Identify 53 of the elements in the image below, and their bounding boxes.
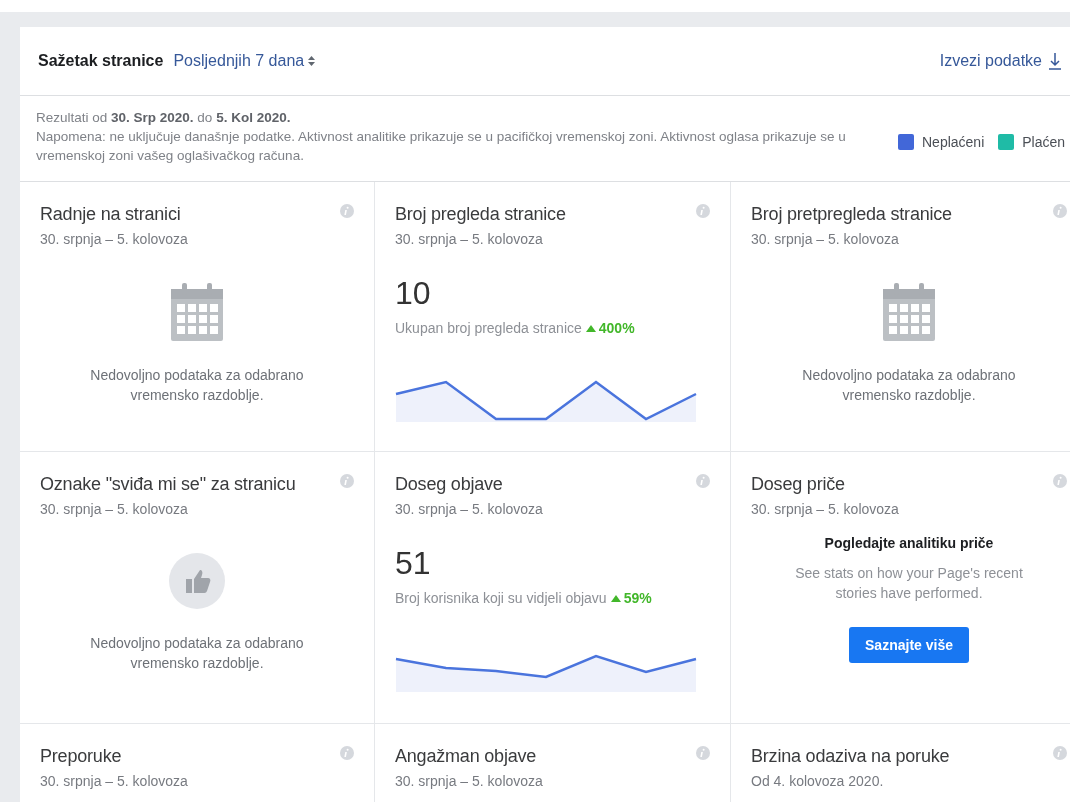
date-range: 30. srpnja – 5. kolovoza bbox=[395, 773, 543, 789]
up-triangle-icon bbox=[585, 324, 596, 332]
info-icon[interactable] bbox=[1053, 474, 1067, 488]
info-icon[interactable] bbox=[696, 474, 710, 488]
metric-caption: Broj korisnika koji su vidjeli objavu bbox=[395, 590, 607, 606]
export-data-link[interactable]: Izvezi podatke bbox=[939, 52, 1062, 70]
card-title: Broj pretpregleda stranice bbox=[751, 204, 952, 225]
calendar-icon bbox=[171, 283, 223, 341]
info-icon[interactable] bbox=[340, 204, 354, 218]
sort-caret-icon bbox=[308, 56, 316, 66]
period-dropdown[interactable]: Posljednjih 7 dana bbox=[173, 52, 316, 70]
card-title: Oznake "sviđa mi se" za stranicu bbox=[40, 474, 296, 495]
legend-label: Plaćen bbox=[1022, 133, 1066, 150]
timezone-note: Napomena: ne uključuje današnje podatke. Aktivnost analitike prikazuje se u pacifičkoj vremenskoj zoni. Aktivnost oglasa prikazuje se u vremenskoj zoni vašeg oglašivačkog računa. bbox=[36, 128, 847, 165]
card-title: Broj pregleda stranice bbox=[395, 204, 566, 225]
info-icon[interactable] bbox=[1053, 204, 1067, 218]
info-icon[interactable] bbox=[340, 746, 354, 760]
date-range: 30. srpnja – 5. kolovoza bbox=[40, 501, 189, 517]
card-title: Radnje na stranici bbox=[40, 204, 182, 225]
card-title: Angažman objave bbox=[395, 746, 538, 767]
info-icon[interactable] bbox=[696, 204, 710, 218]
card-title: Brzina odaziva na poruke bbox=[751, 746, 950, 767]
metric-value: 10 bbox=[395, 275, 432, 312]
metric-value: 51 bbox=[395, 545, 432, 582]
date-range: 30. srpnja – 5. kolovoza bbox=[40, 773, 188, 789]
thumbs-up-icon bbox=[169, 553, 225, 609]
card-title: Preporuke bbox=[40, 746, 123, 767]
page-summary-title: Sažetak stranice bbox=[38, 52, 164, 70]
date-range: 30. srpnja – 5. kolovoza bbox=[395, 231, 544, 247]
card-title: Doseg priče bbox=[751, 474, 846, 495]
legend-label: Neplaćeni bbox=[922, 133, 985, 150]
up-triangle-icon bbox=[610, 594, 621, 602]
date-range: 30. srpnja – 5. kolovoza bbox=[751, 231, 900, 247]
info-icon[interactable] bbox=[340, 474, 354, 488]
promo-text: See stats on how your Page's recent stories have performed. bbox=[794, 564, 1024, 603]
learn-more-button[interactable]: Saznajte više bbox=[849, 627, 969, 663]
promo-heading: Pogledajte analitiku priče bbox=[824, 535, 994, 551]
card-title: Doseg objave bbox=[395, 474, 504, 495]
date-range: Od 4. kolovoza 2020. bbox=[751, 773, 885, 789]
change-percent: 59% bbox=[610, 590, 652, 606]
download-icon bbox=[1048, 52, 1062, 70]
change-percent: 400% bbox=[585, 320, 635, 336]
results-date-range: Rezultati od 30. Srp 2020. do 5. Kol 2020. bbox=[36, 109, 292, 127]
info-icon[interactable] bbox=[696, 746, 710, 760]
no-data-message: Nedovoljno podataka za odabrano vremensko razdoblje. bbox=[89, 366, 305, 405]
info-icon[interactable] bbox=[1053, 746, 1067, 760]
date-range: 30. srpnja – 5. kolovoza bbox=[40, 231, 188, 247]
no-data-message: Nedovoljno podataka za odabrano vremensko razdoblje. bbox=[89, 634, 305, 673]
no-data-message: Nedovoljno podataka za odabrano vremensko razdoblje. bbox=[801, 366, 1017, 405]
date-range: 30. srpnja – 5. kolovoza bbox=[751, 501, 899, 517]
date-range: 30. srpnja – 5. kolovoza bbox=[395, 501, 543, 517]
metric-caption: Ukupan broj pregleda stranice bbox=[395, 320, 582, 336]
calendar-icon bbox=[883, 283, 935, 341]
